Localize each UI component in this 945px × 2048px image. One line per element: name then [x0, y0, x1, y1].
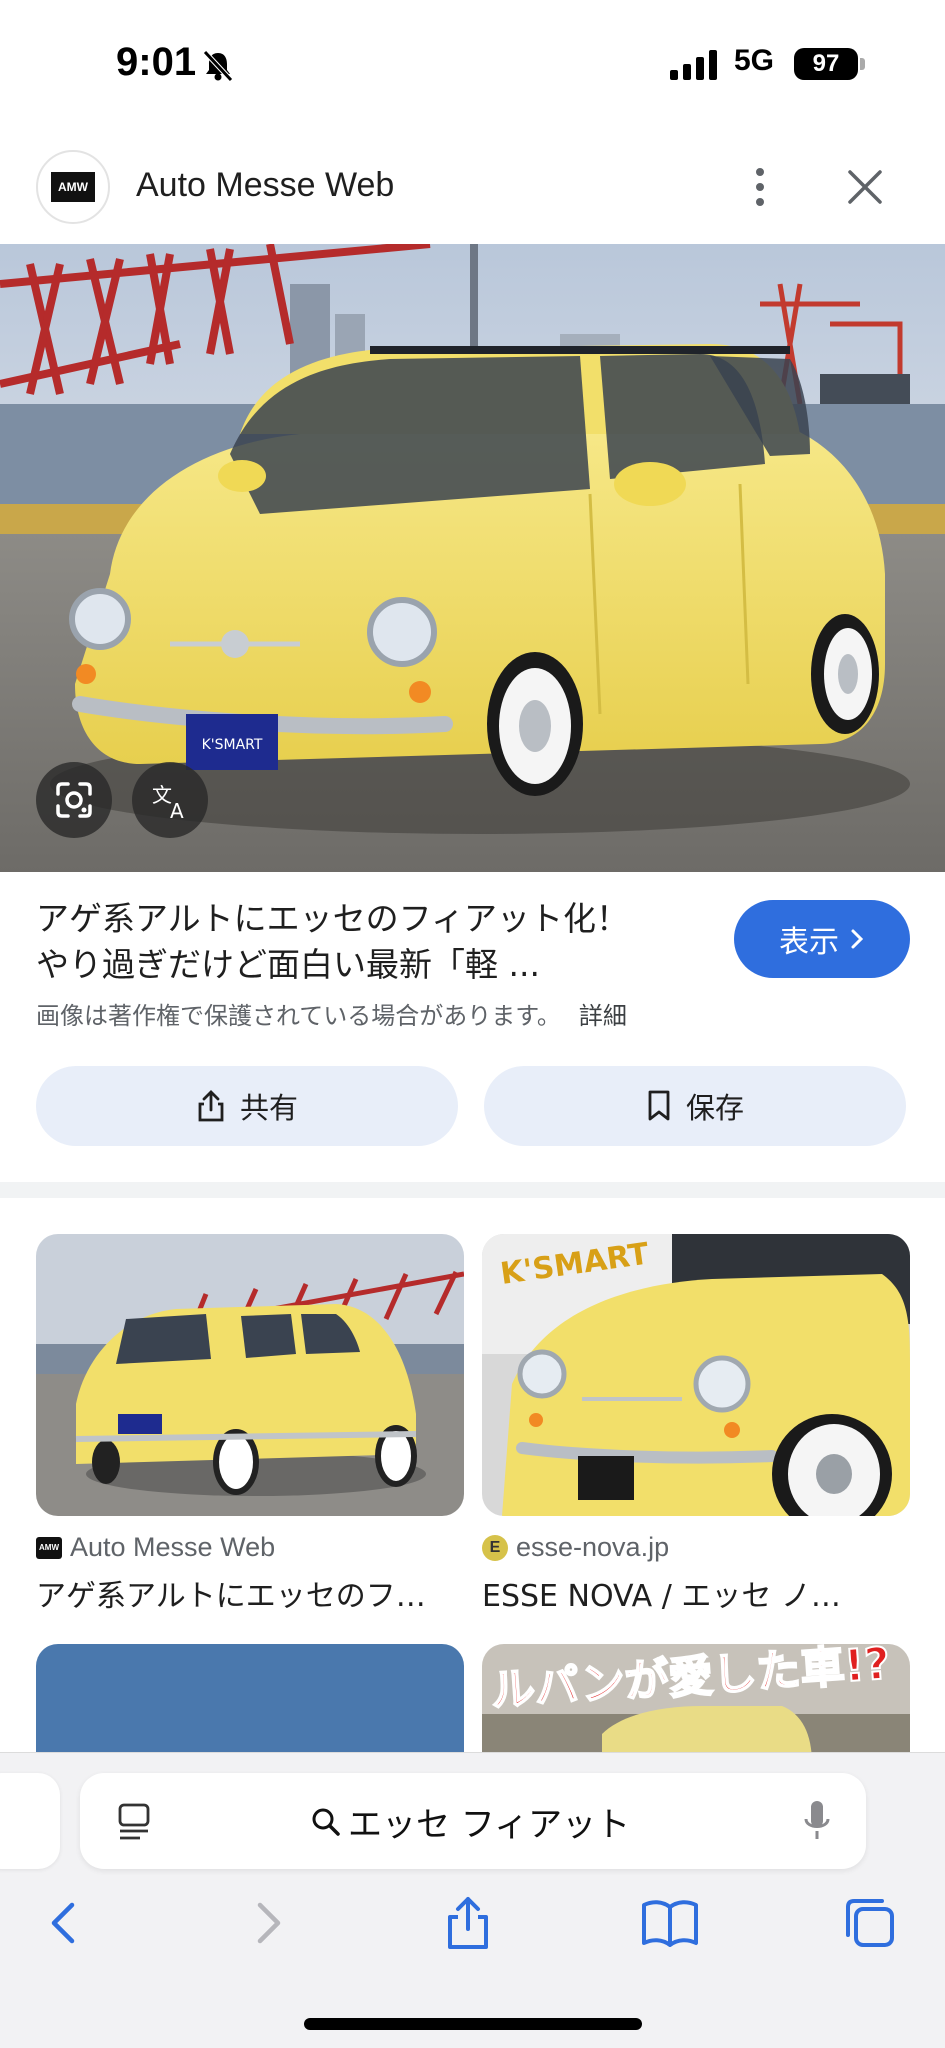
related-photo-rear: [36, 1234, 464, 1516]
site-logo[interactable]: AMW: [36, 150, 110, 224]
result-header: AMW Auto Messe Web: [0, 146, 945, 242]
page-menu-icon[interactable]: [116, 1801, 152, 1841]
home-indicator: [304, 2018, 642, 2030]
share-icon: [198, 1090, 224, 1122]
visit-label: 表示: [779, 925, 839, 960]
related-image[interactable]: ルパンが愛した車!?: [482, 1644, 910, 1764]
status-bar: 9:01 5G 97: [0, 0, 945, 130]
battery-icon: 97: [794, 48, 858, 80]
related-title[interactable]: アゲ系アルトにエッセのフ…: [36, 1571, 464, 1615]
source-favicon: E: [482, 1534, 508, 1561]
save-label: 保存: [685, 1091, 744, 1125]
battery-level: 97: [812, 50, 840, 77]
related-card[interactable]: AMW Auto Messe Web アゲ系アルトにエッセのフ…: [36, 1234, 464, 1615]
result-title[interactable]: アゲ系アルトにエッセのフィアット化！ やり過ぎだけど面白い最新「軽 ...: [36, 896, 676, 988]
back-icon[interactable]: [34, 1893, 94, 1953]
google-lens-icon: [56, 782, 92, 818]
source-name: esse-nova.jp: [516, 1532, 670, 1562]
related-title[interactable]: ESSE NOVA / エッセ ノ…: [482, 1571, 910, 1615]
copyright-notice: 画像は著作権で保護されている場合があります。 詳細: [36, 996, 627, 1031]
related-card[interactable]: K'SMART E esse-nova.jp ESSE NOVA / エッセ ノ…: [482, 1234, 910, 1615]
forward-icon[interactable]: [238, 1893, 298, 1953]
battery-cap: [860, 58, 865, 70]
svg-text:文: 文: [152, 783, 172, 807]
browser-toolbar: エッセ フィアット: [0, 1752, 945, 2048]
share-sheet-icon[interactable]: [438, 1893, 498, 1953]
related-image[interactable]: K'SMART: [482, 1234, 910, 1516]
svg-text:A: A: [170, 799, 184, 822]
section-divider: [0, 1182, 945, 1198]
translate-icon: 文 A: [152, 783, 184, 822]
copyright-text: 画像は著作権で保護されている場合があります。: [36, 1002, 561, 1030]
main-image[interactable]: K'SMART 文 A: [0, 244, 945, 872]
related-image[interactable]: [36, 1234, 464, 1516]
search-icon: [312, 1808, 340, 1836]
site-logo-text: AMW: [51, 172, 95, 202]
site-name[interactable]: Auto Messe Web: [136, 166, 394, 205]
related-photo-banner: ルパンが愛した車!?: [482, 1644, 910, 1764]
details-link[interactable]: 詳細: [579, 1002, 627, 1030]
result-title-line1: アゲ系アルトにエッセのフィアット化！: [36, 899, 630, 938]
related-image[interactable]: [36, 1644, 464, 1764]
signal-icon: [670, 50, 717, 80]
search-query[interactable]: エッセ フィアット: [310, 1797, 630, 1846]
related-source[interactable]: AMW Auto Messe Web: [36, 1532, 464, 1563]
share-label: 共有: [239, 1091, 298, 1125]
previous-tab-peek[interactable]: [0, 1773, 60, 1869]
visit-button[interactable]: 表示: [734, 900, 910, 978]
address-bar[interactable]: エッセ フィアット: [80, 1773, 866, 1869]
close-icon[interactable]: [842, 162, 888, 212]
chevron-right-icon: [851, 929, 864, 949]
bookmarks-icon[interactable]: [640, 1893, 700, 1953]
plate-text: K'SMART: [202, 737, 263, 753]
source-favicon: AMW: [36, 1536, 62, 1559]
network-type: 5G: [734, 44, 775, 77]
bookmark-icon: [648, 1090, 670, 1121]
related-photo-front: K'SMART: [482, 1234, 910, 1516]
bell-muted-icon: [203, 50, 233, 82]
lens-button[interactable]: [36, 762, 112, 838]
save-button[interactable]: 保存: [484, 1066, 906, 1146]
status-time: 9:01: [116, 40, 197, 84]
microphone-icon[interactable]: [802, 1797, 832, 1845]
tabs-icon[interactable]: [840, 1893, 900, 1953]
related-source[interactable]: E esse-nova.jp: [482, 1532, 910, 1563]
share-button[interactable]: 共有: [36, 1066, 458, 1146]
search-query-text: エッセ フィアット: [348, 1805, 631, 1845]
translate-button[interactable]: 文 A: [132, 762, 208, 838]
more-options-icon[interactable]: [740, 162, 780, 212]
result-title-line2: やり過ぎだけど面白い最新「軽 ...: [36, 945, 540, 984]
source-name: Auto Messe Web: [70, 1532, 276, 1562]
